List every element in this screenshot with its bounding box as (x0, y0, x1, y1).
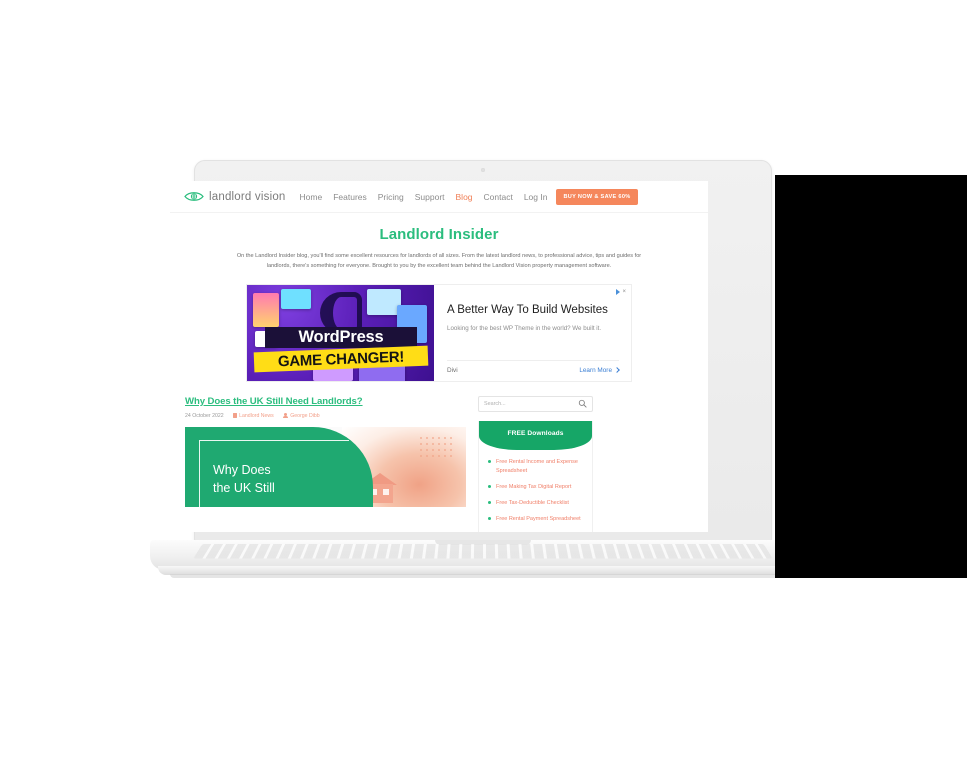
search-input[interactable] (484, 400, 578, 407)
free-downloads-title: FREE Downloads (479, 420, 592, 450)
list-item[interactable]: Free Rental Payment Spreadsheet (488, 515, 583, 524)
laptop-keyboard (193, 543, 773, 559)
ad-headline: A Better Way To Build Websites (447, 303, 608, 316)
list-item[interactable]: Free Making Tax Digital Report (488, 483, 583, 492)
bullet-icon (488, 460, 491, 464)
nav-link-login[interactable]: Log In (524, 192, 548, 202)
nav-link-contact[interactable]: Contact (484, 192, 513, 202)
ad-advertiser-name: Divi (447, 366, 458, 374)
hero-section: Landlord Insider On the Landlord Insider… (170, 213, 708, 272)
list-item[interactable]: Free Rental Income and Expense Spreadshe… (488, 458, 583, 476)
feature-headline: Why Does the UK Still (213, 461, 275, 497)
post-category[interactable]: Landlord News (232, 412, 274, 419)
main-column: Why Does the UK Still Need Landlords? 24… (185, 396, 466, 532)
feature-headline-line1: Why Does (213, 462, 271, 477)
black-overlay-region (775, 175, 967, 578)
nav-link-features[interactable]: Features (333, 192, 367, 202)
website-viewport: landlord vision Home Features Pricing Su… (170, 181, 708, 532)
nav-link-blog[interactable]: Blog (456, 192, 473, 202)
post-featured-image[interactable]: Why Does the UK Still (185, 426, 466, 507)
post-date: 24 October 2022 (185, 412, 224, 419)
post-title-link[interactable]: Why Does the UK Still Need Landlords? (185, 396, 363, 407)
ad-subtext: Looking for the best WP Theme in the wor… (447, 325, 602, 333)
nav-link-pricing[interactable]: Pricing (378, 192, 404, 202)
nav-link-home[interactable]: Home (300, 192, 323, 202)
bullet-icon (488, 501, 491, 505)
ad-tile (367, 288, 401, 315)
download-link-label: Free Rental Payment Spreadsheet (496, 515, 581, 522)
post-category-label: Landlord News (239, 412, 274, 419)
feature-headline-line2: the UK Still (213, 480, 275, 495)
search-box[interactable] (478, 395, 593, 412)
ad-creative-image[interactable]: WordPress GAME CHANGER! (247, 284, 434, 381)
list-item[interactable]: Free Tax-Deductible Checklist (488, 499, 583, 508)
download-link-label: Free Tax-Deductible Checklist (496, 499, 569, 506)
ad-footer: Divi Learn More (447, 359, 620, 381)
bullet-icon (488, 485, 491, 489)
sidebar: FREE Downloads Free Rental Income and Ex… (478, 395, 593, 532)
book-icon (232, 413, 237, 419)
main-navigation: Home Features Pricing Support Blog Conta… (300, 192, 548, 202)
ad-wordpress-text: WordPress (265, 326, 417, 348)
nav-link-support[interactable]: Support (415, 192, 445, 202)
hero-description: On the Landlord Insider blog, you'll fin… (236, 253, 642, 270)
chevron-right-icon (614, 367, 620, 374)
free-downloads-widget: FREE Downloads Free Rental Income and Ex… (478, 420, 593, 532)
landlord-vision-eye-icon (184, 192, 204, 201)
ad-choices-icon[interactable] (616, 288, 621, 295)
page-title: Landlord Insider (379, 226, 499, 243)
laptop-mockup: landlord vision Home Features Pricing Su… (150, 160, 815, 585)
free-downloads-list: Free Rental Income and Expense Spreadshe… (479, 450, 592, 532)
laptop-screen: landlord vision Home Features Pricing Su… (170, 181, 708, 532)
search-icon[interactable] (578, 399, 587, 408)
ad-close-icon[interactable]: × (622, 289, 626, 295)
ad-learn-more-link[interactable]: Learn More (579, 366, 620, 374)
site-header: landlord vision Home Features Pricing Su… (170, 181, 708, 213)
advertisement-banner[interactable]: WordPress GAME CHANGER! × A Better Way T… (246, 283, 632, 382)
webcam-icon (480, 168, 485, 172)
buy-now-button[interactable]: BUY NOW & SAVE 60% (556, 188, 638, 205)
decorative-dots (418, 434, 456, 457)
brand-name: landlord vision (209, 190, 286, 203)
ad-text-panel: × A Better Way To Build Websites Looking… (434, 285, 631, 381)
bullet-icon (488, 517, 491, 521)
ad-tile (281, 288, 311, 309)
content-area: Why Does the UK Still Need Landlords? 24… (170, 382, 708, 532)
post-author[interactable]: George Dibb (282, 412, 320, 419)
laptop-base-shadow (170, 574, 795, 578)
download-link-label: Free Making Tax Digital Report (496, 483, 572, 490)
download-link-label: Free Rental Income and Expense Spreadshe… (496, 458, 578, 474)
brand-logo[interactable]: landlord vision (184, 190, 286, 203)
ad-choices-controls[interactable]: × (616, 288, 626, 295)
ad-learn-more-label: Learn More (579, 366, 612, 374)
person-icon (282, 413, 288, 419)
ad-tile (253, 292, 279, 327)
post-meta: 24 October 2022 Landlord News George Dib… (185, 413, 466, 419)
post-author-label: George Dibb (290, 412, 320, 419)
